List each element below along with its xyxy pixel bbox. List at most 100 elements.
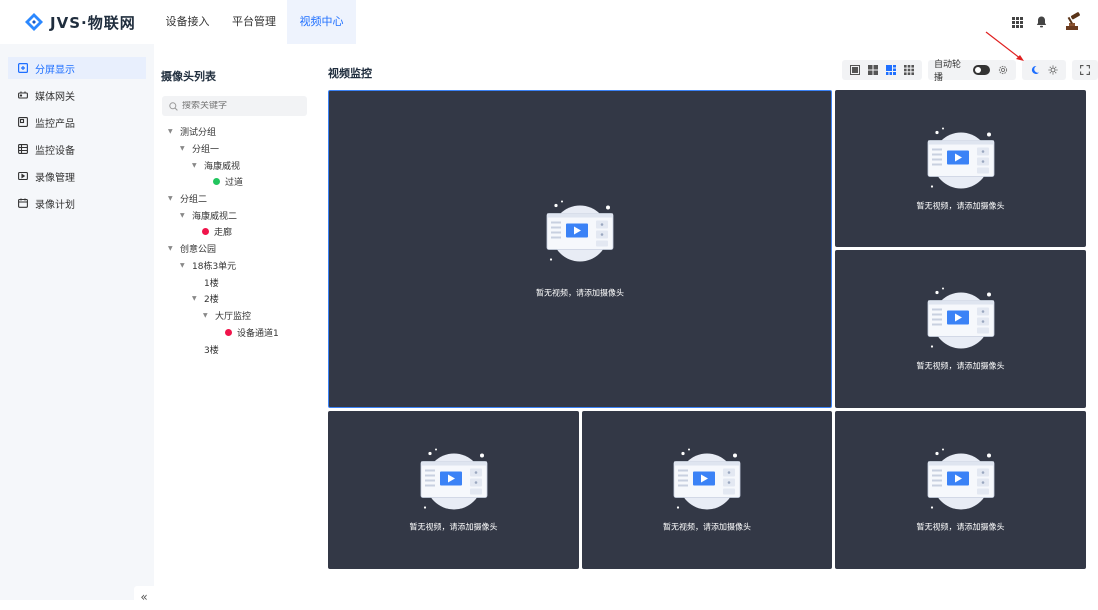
sidebar-item-record-management[interactable]: 录像管理 <box>8 165 146 187</box>
empty-placeholder: 暂无视频，请添加摄像头 <box>917 287 1005 372</box>
tree-node[interactable]: ▼ 大厅监控 <box>203 307 251 323</box>
caret-down-icon: ▼ <box>180 211 185 219</box>
settings-gear-icon[interactable] <box>997 64 1009 76</box>
empty-placeholder: 暂无视频，请添加摄像头 <box>410 448 498 533</box>
video-cell[interactable]: 暂无视频，请添加摄像头 <box>835 250 1086 408</box>
caret-down-icon: ▼ <box>180 144 185 152</box>
sidebar-item-label: 监控设备 <box>35 145 75 157</box>
top-nav: 设备接入 平台管理 视频中心 <box>154 0 356 44</box>
tree-node[interactable]: ▼ 分组一 <box>180 140 219 156</box>
collapse-sidebar-button[interactable]: « <box>134 586 154 610</box>
camera-list-title: 摄像头列表 <box>161 70 216 83</box>
sidebar-item-split-screen[interactable]: 分屏显示 <box>8 57 146 79</box>
video-cell[interactable]: 暂无视频，请添加摄像头 <box>582 411 832 569</box>
tree-node[interactable]: ▼ 2楼 <box>192 290 219 306</box>
tree-node[interactable]: 1楼 <box>204 274 219 290</box>
layout-4-icon[interactable] <box>867 64 879 76</box>
tree-node[interactable]: 3楼 <box>204 341 219 357</box>
empty-video-text: 暂无视频，请添加摄像头 <box>916 361 1005 371</box>
bell-icon[interactable] <box>1034 15 1048 29</box>
logo-text: JVS·物联网 <box>50 13 136 32</box>
empty-video-text: 暂无视频，请添加摄像头 <box>916 522 1005 532</box>
caret-down-icon: ▼ <box>203 311 208 319</box>
empty-video-illustration-icon <box>927 287 994 349</box>
annotation-arrow <box>985 31 1024 61</box>
nav-video-center[interactable]: 视频中心 <box>287 0 356 44</box>
tree-node[interactable]: 过道 <box>213 173 243 189</box>
empty-video-text: 暂无视频，请添加摄像头 <box>663 522 751 532</box>
dark-mode-moon-icon[interactable] <box>1029 64 1041 76</box>
video-cell[interactable]: 暂无视频，请添加摄像头 <box>835 411 1086 569</box>
fullscreen-icon[interactable] <box>1079 64 1091 76</box>
sidebar-item-monitor-device[interactable]: 监控设备 <box>8 138 146 160</box>
layout-toolbar: 自动轮播 <box>842 60 1098 83</box>
layout-6-icon[interactable] <box>885 64 897 76</box>
status-offline-icon <box>225 328 232 336</box>
video-monitor-main: 视频监控 自动轮播 暂无视频，请添加摄像头 暂无视频，请添加摄像头 暂无视频，请… <box>318 44 1098 600</box>
split-screen-icon <box>18 63 28 73</box>
top-header: JVS·物联网 设备接入 平台管理 视频中心 <box>0 0 1098 44</box>
nav-device-access[interactable]: 设备接入 <box>154 0 221 44</box>
empty-video-illustration-icon <box>546 200 614 262</box>
tree-node[interactable]: ▼ 海康威视二 <box>180 207 237 223</box>
sidebar-item-record-plan[interactable]: 录像计划 <box>8 192 146 214</box>
sidebar-item-label: 媒体网关 <box>35 91 75 103</box>
search-input[interactable] <box>182 101 292 111</box>
empty-video-text: 暂无视频，请添加摄像头 <box>409 522 498 532</box>
sidebar-item-label: 录像管理 <box>35 172 75 184</box>
status-offline-icon <box>202 227 209 235</box>
page-title: 视频监控 <box>328 67 372 80</box>
caret-down-icon: ▼ <box>168 194 173 202</box>
tree-node[interactable]: 设备通道1 <box>225 324 279 340</box>
empty-video-illustration-icon <box>927 127 994 188</box>
auto-rotate-toggle[interactable] <box>972 65 991 75</box>
caret-down-icon: ▼ <box>168 244 173 252</box>
empty-video-text: 暂无视频，请添加摄像头 <box>916 201 1005 210</box>
nav-platform-management[interactable]: 平台管理 <box>221 0 287 44</box>
empty-video-illustration-icon <box>927 448 994 510</box>
sidebar-item-monitor-product[interactable]: 监控产品 <box>8 111 146 133</box>
tree-node[interactable]: ▼ 创意公园 <box>168 240 216 256</box>
sidebar-item-label: 录像计划 <box>35 199 75 211</box>
logo-icon <box>25 13 43 31</box>
empty-placeholder: 暂无视频，请添加摄像头 <box>917 126 1005 211</box>
camera-search-box[interactable] <box>162 96 307 116</box>
tree-node[interactable]: 走廊 <box>202 223 232 239</box>
sidebar-item-media-gateway[interactable]: 媒体网关 <box>8 84 146 106</box>
tree-node[interactable]: ▼ 分组二 <box>168 190 207 206</box>
tree-node[interactable]: ▼ 测试分组 <box>168 123 216 139</box>
sidebar: 分屏显示 媒体网关 监控产品 监控设备 录像管理 录像计划 « <box>0 44 154 610</box>
device-icon <box>18 144 28 154</box>
apps-grid-icon[interactable] <box>1010 15 1024 29</box>
layout-1-icon[interactable] <box>849 64 861 76</box>
product-icon <box>18 117 28 127</box>
empty-placeholder: 暂无视频，请添加摄像头 <box>536 200 624 299</box>
auto-rotate-label: 自动轮播 <box>934 60 962 83</box>
record-icon <box>18 171 28 181</box>
video-cell-main[interactable]: 暂无视频，请添加摄像头 <box>328 90 832 408</box>
caret-down-icon: ▼ <box>192 294 197 302</box>
empty-placeholder: 暂无视频，请添加摄像头 <box>917 448 1005 533</box>
fullscreen-box <box>1072 60 1098 80</box>
gateway-icon <box>18 90 28 100</box>
user-avatar[interactable] <box>1060 10 1084 34</box>
sidebar-item-label: 监控产品 <box>35 118 75 130</box>
video-cell[interactable]: 暂无视频，请添加摄像头 <box>835 90 1086 247</box>
search-icon <box>169 101 178 111</box>
layout-switcher <box>842 60 922 80</box>
tree-node[interactable]: ▼ 海康威视 <box>192 157 240 173</box>
caret-down-icon: ▼ <box>192 161 197 169</box>
camera-tree-panel: 摄像头列表 ▼测试分组 ▼分组一 ▼海康威视 过道 ▼分组二 ▼海康威视二 走廊… <box>154 44 318 600</box>
empty-placeholder: 暂无视频，请添加摄像头 <box>663 448 751 533</box>
tree-node[interactable]: ▼ 18栋3单元 <box>180 257 236 273</box>
video-cell[interactable]: 暂无视频，请添加摄像头 <box>328 411 579 569</box>
logo[interactable]: JVS·物联网 <box>24 10 136 34</box>
layout-9-icon[interactable] <box>903 64 915 76</box>
sidebar-item-label: 分屏显示 <box>35 64 75 76</box>
empty-video-illustration-icon <box>420 448 487 510</box>
status-online-icon <box>213 177 220 185</box>
caret-down-icon: ▼ <box>180 261 185 269</box>
light-mode-sun-icon[interactable] <box>1047 64 1059 76</box>
empty-video-text: 暂无视频，请添加摄像头 <box>536 288 624 298</box>
theme-switcher <box>1022 60 1066 80</box>
